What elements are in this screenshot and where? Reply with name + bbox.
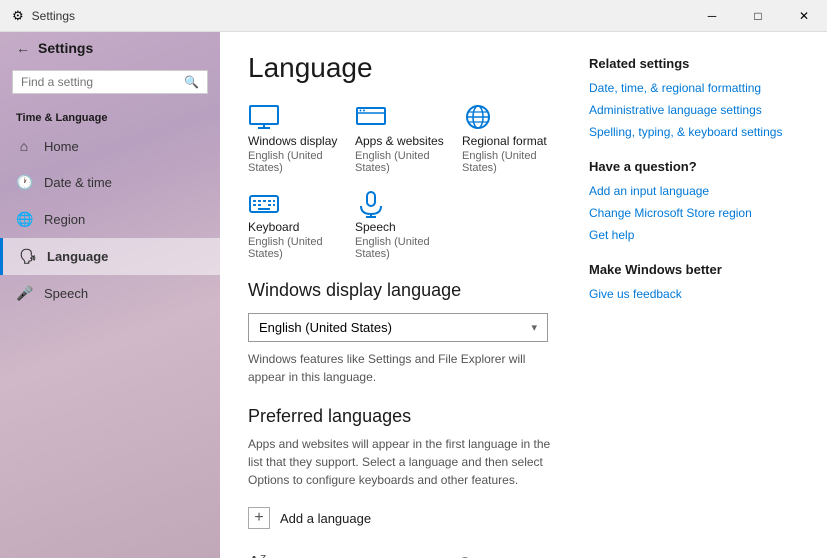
apps-websites-icon <box>355 104 387 132</box>
language-list-item[interactable]: AZ English (United States) <box>248 545 561 558</box>
sidebar-item-datetime[interactable]: 🕐 Date & time <box>0 164 220 201</box>
add-plus-icon: + <box>248 507 270 529</box>
sidebar-item-speech[interactable]: 🎤 Speech <box>0 275 220 312</box>
keyboard-label: Keyboard <box>248 220 347 234</box>
regional-format-sublabel: English (United States) <box>462 150 561 174</box>
datetime-icon: 🕐 <box>16 174 32 191</box>
speech-grid-sublabel: English (United States) <box>355 236 454 260</box>
sidebar-item-label: Home <box>44 139 79 154</box>
minimize-button[interactable]: ─ <box>689 0 735 32</box>
windows-display-icon <box>248 104 280 132</box>
page-title: Language <box>248 52 561 84</box>
dropdown-arrow-icon: ▾ <box>531 321 537 334</box>
settings-icon: ⚙ <box>12 8 24 24</box>
regional-format-item[interactable]: Regional format English (United States) <box>462 104 561 174</box>
app-title: Settings <box>38 40 93 56</box>
sidebar-item-label: Language <box>47 249 108 264</box>
related-link-1[interactable]: Date, time, & regional formatting <box>589 81 799 95</box>
windows-display-language-section: Windows display language English (United… <box>248 280 561 386</box>
sidebar-item-label: Speech <box>44 286 88 301</box>
have-question-section: Have a question? Add an input language C… <box>589 159 799 242</box>
preferred-languages-title: Preferred languages <box>248 406 561 427</box>
language-item-icon: AZ <box>248 553 266 558</box>
related-link-3[interactable]: Spelling, typing, & keyboard settings <box>589 125 799 139</box>
keyboard-item[interactable]: Keyboard English (United States) <box>248 190 347 260</box>
speech-icon: 🎤 <box>16 285 32 302</box>
feedback-link[interactable]: Give us feedback <box>589 287 799 301</box>
main-content-area: Language Windows display English (United… <box>220 0 827 558</box>
windows-display-language-desc: Windows features like Settings and File … <box>248 350 561 386</box>
home-icon: ⌂ <box>16 138 32 154</box>
windows-display-item[interactable]: Windows display English (United States) <box>248 104 347 174</box>
have-question-title: Have a question? <box>589 159 799 174</box>
right-panel: Related settings Date, time, & regional … <box>589 52 799 538</box>
add-language-text: Add a language <box>280 511 371 526</box>
sidebar: ← Settings 🔍 Time & Language ⌂ Home 🕐 Da… <box>0 0 220 558</box>
add-language-button[interactable]: + Add a language <box>248 503 561 533</box>
titlebar-title: Settings <box>32 9 75 23</box>
keyboard-icon <box>248 190 280 218</box>
speech-grid-item[interactable]: Speech English (United States) <box>355 190 454 260</box>
preferred-languages-section: Preferred languages Apps and websites wi… <box>248 406 561 558</box>
windows-display-sublabel: English (United States) <box>248 150 347 174</box>
icon-grid: Windows display English (United States) … <box>248 104 561 260</box>
sidebar-item-label: Region <box>44 212 85 227</box>
sidebar-item-home[interactable]: ⌂ Home <box>0 128 220 164</box>
sidebar-item-language[interactable]: 🗣 Language <box>0 238 220 275</box>
apps-websites-sublabel: English (United States) <box>355 150 454 174</box>
region-icon: 🌐 <box>16 211 32 228</box>
apps-websites-label: Apps & websites <box>355 134 454 148</box>
sidebar-back[interactable]: ← Settings <box>0 32 220 64</box>
windows-display-label: Windows display <box>248 134 347 148</box>
language-dropdown[interactable]: English (United States) ▾ <box>248 313 548 342</box>
preferred-languages-desc: Apps and websites will appear in the fir… <box>248 435 561 489</box>
search-input[interactable] <box>21 75 178 89</box>
question-link-2[interactable]: Change Microsoft Store region <box>589 206 799 220</box>
windows-display-language-title: Windows display language <box>248 280 561 301</box>
apps-websites-item[interactable]: Apps & websites English (United States) <box>355 104 454 174</box>
sidebar-item-label: Date & time <box>44 175 112 190</box>
regional-format-icon <box>462 104 494 132</box>
language-icon: 🗣 <box>19 248 35 265</box>
sidebar-section-title: Time & Language <box>0 100 220 128</box>
make-windows-better-section: Make Windows better Give us feedback <box>589 262 799 301</box>
related-settings-section: Related settings Date, time, & regional … <box>589 56 799 139</box>
sidebar-item-region[interactable]: 🌐 Region <box>0 201 220 238</box>
related-settings-title: Related settings <box>589 56 799 71</box>
question-link-3[interactable]: Get help <box>589 228 799 242</box>
maximize-button[interactable]: □ <box>735 0 781 32</box>
back-arrow-icon: ← <box>16 40 30 56</box>
close-button[interactable]: ✕ <box>781 0 827 32</box>
related-link-2[interactable]: Administrative language settings <box>589 103 799 117</box>
speech-grid-icon <box>355 190 387 218</box>
dropdown-value: English (United States) <box>259 320 392 335</box>
question-link-1[interactable]: Add an input language <box>589 184 799 198</box>
regional-format-label: Regional format <box>462 134 561 148</box>
make-better-title: Make Windows better <box>589 262 799 277</box>
keyboard-sublabel: English (United States) <box>248 236 347 260</box>
search-icon: 🔍 <box>184 75 199 89</box>
main-left-panel: Language Windows display English (United… <box>248 52 561 538</box>
speech-grid-label: Speech <box>355 220 454 234</box>
